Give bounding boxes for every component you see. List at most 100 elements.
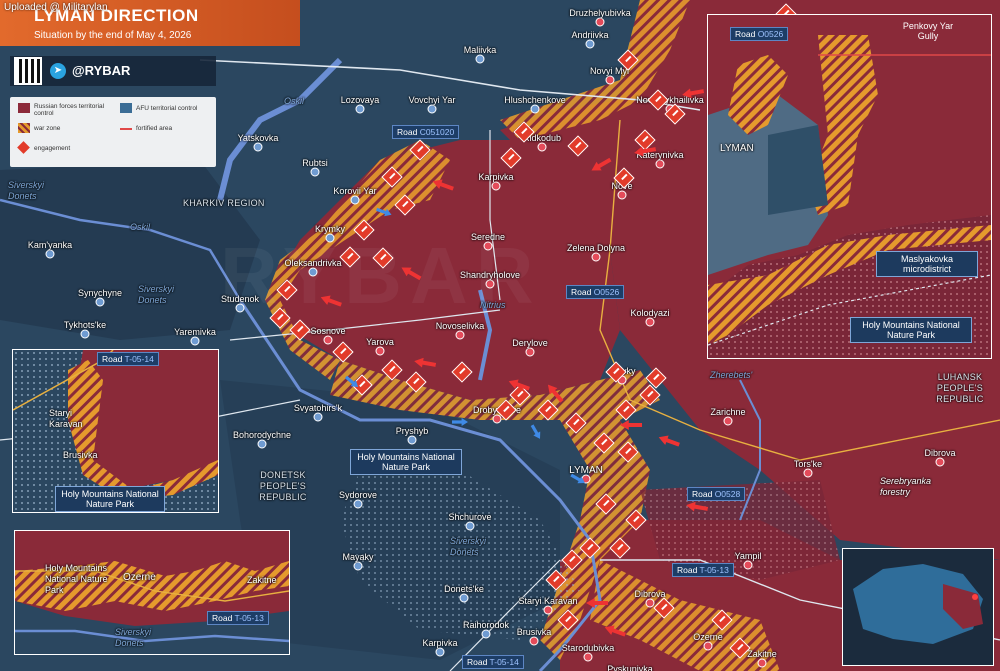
settlement-label: Shchurove bbox=[448, 512, 492, 522]
settlement-label: Ozerne bbox=[693, 632, 723, 642]
road-label-c051020: Road C051020 bbox=[392, 125, 460, 139]
river-label-siverskyi-3: Siverskyi Donets bbox=[450, 536, 487, 557]
settlement-label: Lozovaya bbox=[340, 95, 380, 105]
settlement-label: Studenok bbox=[220, 294, 260, 304]
region-label-kharkiv: KHARKIV REGION bbox=[183, 198, 265, 208]
settlement-label: Zelena Dolyna bbox=[566, 243, 626, 253]
settlement-label: Andriivka bbox=[571, 30, 609, 40]
legend-label-engagement: engagement bbox=[34, 145, 71, 152]
settlement-label: Hlushchenkove bbox=[504, 95, 566, 105]
settlement-label: Korovii Yar bbox=[333, 186, 377, 196]
road-label-o0528: Road O0528 bbox=[687, 487, 746, 501]
settlement-label: Bohorodychne bbox=[232, 430, 292, 440]
inset-left-brusivka: Brusivka bbox=[63, 450, 98, 460]
settlement-label: Starodubivka bbox=[561, 643, 615, 653]
region-label-luhansk: LUHANSK PEOPLE'S REPUBLIC bbox=[936, 372, 984, 404]
settlement-label: Staryi Karavan bbox=[518, 596, 578, 606]
legend-label-russian: Russian forces territorial control bbox=[34, 103, 105, 117]
locator-map-svg bbox=[853, 564, 983, 644]
settlement-label: Novoselivka bbox=[435, 321, 485, 331]
park-label-main: Holy Mountains National Nature Park bbox=[350, 449, 462, 475]
legend-label-fortified: fortified area bbox=[136, 125, 173, 132]
settlement-label: Mayaky bbox=[342, 552, 374, 562]
legend-swatch-engagement bbox=[17, 141, 30, 154]
settlement-label: Kam'yanka bbox=[27, 240, 73, 250]
settlement-label: Derylove bbox=[512, 338, 548, 348]
inset-bl-ozerne: Ozerne bbox=[123, 572, 156, 583]
inset-tr-microdistrict: Maslyakovka microdistrict bbox=[876, 251, 978, 277]
settlement-label: Yaremivka bbox=[174, 327, 216, 337]
river-label-zherebets: Zherebets' bbox=[710, 370, 753, 380]
river-label-nitrius: Nitrius bbox=[480, 300, 506, 310]
settlement-label: Karpivka bbox=[422, 638, 458, 648]
channel-handle: @RYBAR bbox=[72, 63, 131, 78]
settlement-label: Karpivka bbox=[478, 172, 514, 182]
settlement-label: Yatskovka bbox=[237, 133, 279, 143]
settlement-label: Tykhots'ke bbox=[63, 320, 107, 330]
settlement-label: Shandryholove bbox=[459, 270, 521, 280]
settlement-label: Svyatohirs'k bbox=[293, 403, 343, 413]
inset-top-right: Road O0526 Penkovy Yar Gully LYMAN Masly… bbox=[707, 14, 992, 359]
legend-swatch-russian bbox=[18, 103, 30, 113]
settlement-label: Yampil bbox=[734, 551, 762, 561]
settlement-label: Donets'ke bbox=[444, 584, 484, 594]
legend-swatch-warzone bbox=[18, 123, 30, 133]
inset-bl-zakitne: Zakitne bbox=[247, 575, 277, 585]
road-label-t0513: Road T-05-13 bbox=[672, 563, 734, 577]
inset-bl-road: Road T-05-13 bbox=[207, 611, 269, 625]
settlement-label: Zarichne bbox=[710, 407, 746, 417]
settlement-label: Seredne bbox=[470, 232, 506, 242]
map-subtitle: Situation by the end of May 4, 2026 bbox=[34, 30, 192, 41]
settlement-label: Pryshyb bbox=[395, 426, 429, 436]
inset-tr-lyman-label: LYMAN bbox=[720, 143, 754, 154]
settlement-label: Rubtsi bbox=[302, 158, 328, 168]
river-label-oskil-1: Oskil bbox=[284, 96, 304, 106]
inset-left-road: Road T-05-14 bbox=[97, 352, 159, 366]
social-bar: ➤ @RYBAR bbox=[10, 56, 216, 86]
legend-label-warzone: war zone bbox=[34, 125, 61, 132]
settlement-label: Yarova bbox=[366, 337, 394, 347]
settlement-label: Kolodyazi bbox=[630, 308, 670, 318]
settlement-label: LYMAN bbox=[569, 465, 603, 476]
settlement-label: Krymky bbox=[315, 224, 345, 234]
qr-code-icon bbox=[14, 57, 42, 85]
inset-left-park: Holy Mountains National Nature Park bbox=[55, 486, 165, 512]
inset-left-staryi: Staryi Karavan bbox=[49, 408, 83, 429]
locator-map bbox=[842, 548, 994, 666]
settlement-label: Druzhelyubivka bbox=[569, 8, 631, 18]
inset-bl-siverskyi: Siverskyi Donets bbox=[115, 627, 152, 648]
forestry-label: Serebryanka forestry bbox=[880, 476, 932, 497]
river-label-siverskyi-2: Siverskyi Donets bbox=[138, 284, 175, 305]
settlement-label: Dibrova bbox=[924, 448, 956, 458]
settlement-label: Brusivka bbox=[516, 627, 552, 637]
river-label-oskil-2: Oskil bbox=[130, 222, 150, 232]
settlement-label: Synychyne bbox=[77, 288, 123, 298]
settlement-label: Raihorodok bbox=[462, 620, 510, 630]
road-label-t0514: Road T-05-14 bbox=[462, 655, 524, 669]
upload-note: Uploaded @ Militarylan bbox=[4, 2, 108, 13]
telegram-icon: ➤ bbox=[50, 63, 66, 79]
inset-left: Road T-05-14 Staryi Karavan Brusivka Hol… bbox=[12, 349, 219, 513]
legend: Russian forces territorial control AFU t… bbox=[10, 97, 216, 167]
river-label-siverskyi-1: Siverskyi Donets bbox=[8, 180, 45, 201]
inset-bottom-left: Holy Mountains National Nature Park Ozer… bbox=[14, 530, 290, 655]
inset-bl-park: Holy Mountains National Nature Park bbox=[45, 563, 108, 595]
settlement-label: Vovchyi Yar bbox=[408, 95, 456, 105]
inset-tr-gully: Penkovy Yar Gully bbox=[902, 21, 954, 41]
settlement-label: Zakitne bbox=[747, 649, 777, 659]
settlement-label: Maliivka bbox=[463, 45, 497, 55]
settlement-label: Tors'ke bbox=[793, 459, 823, 469]
settlement-label: Dibrova bbox=[634, 589, 666, 599]
region-label-donetsk: DONETSK PEOPLE'S REPUBLIC bbox=[259, 470, 307, 502]
legend-swatch-afu bbox=[120, 103, 132, 113]
settlement-label: Pyskunivka bbox=[607, 664, 653, 671]
settlement-label: Oleksandrivka bbox=[284, 258, 342, 268]
inset-top-right-map bbox=[708, 15, 991, 358]
map-canvas: RYBAR LYMAN DIRECTION Situation by the e… bbox=[0, 0, 1000, 671]
road-label-o0526: Road O0526 bbox=[566, 285, 625, 299]
legend-swatch-fortified bbox=[120, 128, 132, 130]
legend-label-afu: AFU territorial control bbox=[136, 105, 198, 112]
settlement-label: Novomykhailivka bbox=[636, 95, 704, 105]
inset-tr-road: Road O0526 bbox=[730, 27, 789, 41]
settlement-label: Sosnove bbox=[310, 326, 346, 336]
